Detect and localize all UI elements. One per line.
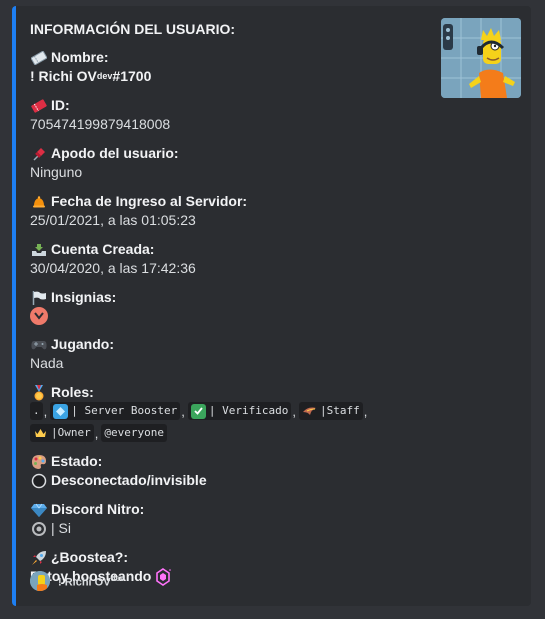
field-insignias: Insignias: xyxy=(30,288,430,325)
embed-content: INFORMACIÓN DEL USUARIO: Nombre: ! Richi… xyxy=(30,20,430,596)
check-icon xyxy=(190,403,206,419)
diamond-icon xyxy=(53,403,69,419)
footer-avatar xyxy=(30,571,50,591)
field-jugando: Jugando: Nada xyxy=(30,335,430,373)
boost-gem-icon xyxy=(154,567,172,586)
bell-icon xyxy=(30,193,48,211)
red-ticket-icon xyxy=(30,97,48,115)
field-label: Fecha de Ingreso al Servidor: xyxy=(51,193,248,209)
field-creada: Cuenta Creada: 30/04/2020, a las 17:42:3… xyxy=(30,240,430,278)
role-mention[interactable]: | Verificado xyxy=(187,402,292,420)
role-mention[interactable]: |Staff xyxy=(298,402,363,420)
user-info-embed: INFORMACIÓN DEL USUARIO: Nombre: ! Richi… xyxy=(12,6,531,606)
username-sup: dev xyxy=(96,71,113,81)
crown-icon xyxy=(33,426,48,441)
field-label: Cuenta Creada: xyxy=(51,241,155,257)
field-nombre: Nombre: ! Richi OV dev #1700 xyxy=(30,48,430,86)
medal-icon xyxy=(30,384,48,402)
field-label: ID: xyxy=(51,97,70,113)
offline-circle-icon xyxy=(30,472,48,490)
role-mention[interactable]: | Server Booster xyxy=(50,402,181,420)
field-label: ¿Boostea?: xyxy=(51,549,128,565)
footer-text: ! Richi OVdev xyxy=(58,573,125,589)
join-date-value: 25/01/2021, a las 01:05:23 xyxy=(30,212,196,228)
playing-value: Nada xyxy=(30,355,64,371)
user-avatar-thumbnail[interactable] xyxy=(441,18,521,98)
bird-icon xyxy=(302,404,317,419)
role-separator: , xyxy=(181,403,185,419)
field-label: Nombre: xyxy=(51,49,109,65)
role-separator: , xyxy=(292,403,296,419)
gem-icon xyxy=(30,501,48,519)
field-ingreso: Fecha de Ingreso al Servidor: 25/01/2021… xyxy=(30,192,430,230)
field-estado: Estado: Desconectado/invisible xyxy=(30,452,430,490)
field-roles: Roles: ., | Server Booster, | Verificado… xyxy=(30,383,430,442)
role-separator: , xyxy=(363,403,368,419)
role-mention[interactable]: @everyone xyxy=(101,424,167,442)
field-label: Roles: xyxy=(51,384,94,400)
embed-footer: ! Richi OVdev xyxy=(30,571,124,591)
field-label: Discord Nitro: xyxy=(51,501,145,517)
field-label: Insignias: xyxy=(51,289,117,305)
embed-title: INFORMACIÓN DEL USUARIO: xyxy=(30,21,236,37)
game-controller-icon xyxy=(30,336,48,354)
nitro-badge-icon xyxy=(30,520,48,538)
field-label: Estado: xyxy=(51,453,103,469)
username: ! Richi OV xyxy=(30,68,97,84)
role-separator: , xyxy=(43,403,48,419)
role-separator: , xyxy=(94,425,99,441)
pushpin-icon xyxy=(30,145,48,163)
field-label: Apodo del usuario: xyxy=(51,145,179,161)
field-id: ID: 705474199879418008 xyxy=(30,96,430,134)
status-value: Desconectado/invisible xyxy=(51,472,207,488)
white-flag-icon xyxy=(30,289,48,307)
role-mention[interactable]: |Owner xyxy=(30,424,94,442)
field-apodo: Apodo del usuario: Ninguno xyxy=(30,144,430,182)
nickname-value: Ninguno xyxy=(30,164,83,180)
palette-icon xyxy=(30,453,48,471)
role-mention[interactable]: . xyxy=(30,402,43,420)
ticket-icon xyxy=(30,49,48,67)
nitro-value: | Si xyxy=(51,520,71,536)
user-id-value: 705474199879418008 xyxy=(30,116,171,132)
field-nitro: Discord Nitro: | Si xyxy=(30,500,430,538)
roles-list: ., | Server Booster, | Verificado, |Staf… xyxy=(30,402,430,442)
rocket-icon xyxy=(30,549,48,567)
discriminator: #1700 xyxy=(112,68,152,84)
hypesquad-badge-icon xyxy=(30,307,48,325)
field-label: Jugando: xyxy=(51,336,114,352)
created-date-value: 30/04/2020, a las 17:42:36 xyxy=(30,260,196,276)
inbox-tray-icon xyxy=(30,241,48,259)
